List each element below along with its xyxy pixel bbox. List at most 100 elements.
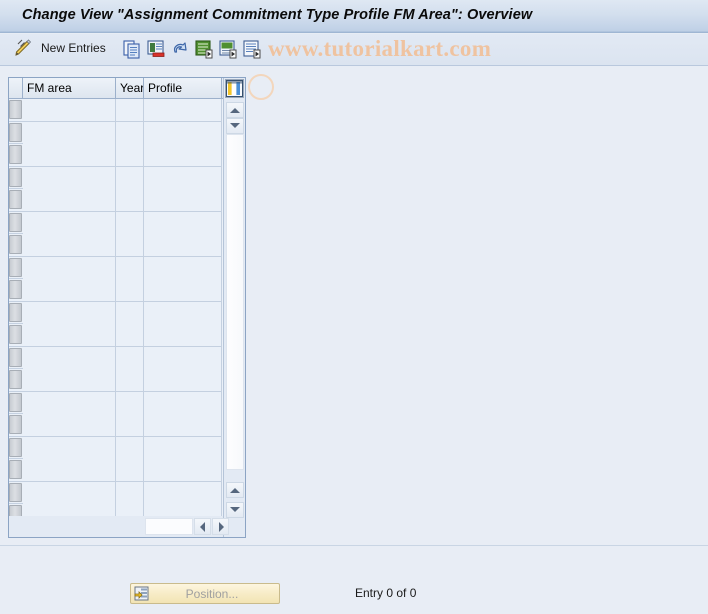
table-cell[interactable] [116,481,144,504]
table-row[interactable] [9,234,222,257]
row-select-button[interactable] [9,100,22,119]
table-cell[interactable] [116,99,144,121]
position-button[interactable]: Position... [130,583,280,604]
scroll-down-button[interactable] [226,118,244,134]
table-cell[interactable] [144,414,222,436]
horizontal-scroll-track[interactable] [145,518,193,535]
table-cell[interactable] [116,256,144,279]
table-cell[interactable] [144,346,222,369]
table-cell[interactable] [116,144,144,166]
table-cell[interactable] [116,121,144,144]
table-cell[interactable] [116,436,144,459]
table-row[interactable] [9,301,222,324]
table-row[interactable] [9,436,222,459]
table-cell[interactable] [23,99,116,121]
row-select-button[interactable] [9,325,22,344]
table-row[interactable] [9,279,222,302]
table-cell[interactable] [144,189,222,211]
table-cell[interactable] [144,324,222,346]
scroll-page-up-button[interactable] [226,482,244,498]
table-cell[interactable] [23,459,116,481]
table-cell[interactable] [144,391,222,414]
table-cell[interactable] [144,256,222,279]
table-cell[interactable] [23,414,116,436]
table-row[interactable] [9,256,222,279]
table-cell[interactable] [23,346,116,369]
row-select-button[interactable] [9,347,22,367]
table-row[interactable] [9,324,222,347]
table-row[interactable] [9,459,222,482]
table-cell[interactable] [144,144,222,166]
row-select-button[interactable] [9,460,22,479]
delete-icon[interactable] [145,38,167,60]
table-cell[interactable] [116,324,144,346]
row-select-button[interactable] [9,280,22,299]
table-cell[interactable] [23,166,116,189]
table-cell[interactable] [116,391,144,414]
table-row[interactable] [9,346,222,369]
table-cell[interactable] [144,121,222,144]
table-settings-icon[interactable] [225,79,244,98]
row-select-button[interactable] [9,235,22,254]
row-select-button[interactable] [9,122,22,142]
details-icon[interactable] [241,38,263,60]
row-select-button[interactable] [9,482,22,502]
table-cell[interactable] [144,301,222,324]
row-select-button[interactable] [9,145,22,164]
table-cell[interactable] [23,391,116,414]
new-entries-pencil-icon[interactable] [12,38,34,60]
table-cell[interactable] [116,279,144,301]
table-cell[interactable] [116,459,144,481]
table-cell[interactable] [116,369,144,391]
table-cell[interactable] [116,414,144,436]
table-cell[interactable] [116,234,144,256]
row-select-button[interactable] [9,190,22,209]
table-cell[interactable] [23,189,116,211]
table-row[interactable] [9,211,222,234]
table-cell[interactable] [144,166,222,189]
copy-icon[interactable] [121,38,143,60]
table-row[interactable] [9,121,222,144]
vertical-scrollbar[interactable] [223,78,245,537]
table-cell[interactable] [144,211,222,234]
table-cell[interactable] [23,144,116,166]
table-cell[interactable] [23,481,116,504]
select-all-icon[interactable] [193,38,215,60]
row-select-button[interactable] [9,437,22,457]
table-row[interactable] [9,391,222,414]
deselect-all-icon[interactable] [217,38,239,60]
scroll-left-button[interactable] [194,518,211,535]
table-cell[interactable] [144,481,222,504]
table-cell[interactable] [23,369,116,391]
table-row[interactable] [9,144,222,167]
scroll-page-down-button[interactable] [226,502,244,518]
new-entries-label[interactable]: New Entries [41,41,106,55]
table-cell[interactable] [116,301,144,324]
table-row[interactable] [9,99,222,122]
row-select-button[interactable] [9,302,22,322]
table-row[interactable] [9,189,222,212]
row-select-button[interactable] [9,167,22,187]
table-cell[interactable] [23,279,116,301]
table-cell[interactable] [116,189,144,211]
row-select-button[interactable] [9,415,22,434]
table-cell[interactable] [116,211,144,234]
row-select-button[interactable] [9,257,22,277]
table-cell[interactable] [116,166,144,189]
table-row[interactable] [9,414,222,437]
table-cell[interactable] [23,256,116,279]
column-header-profile[interactable]: Profile [144,78,222,98]
table-cell[interactable] [144,234,222,256]
table-cell[interactable] [144,459,222,481]
column-header-fm-area[interactable]: FM area [23,78,116,98]
table-cell[interactable] [23,234,116,256]
undo-icon[interactable] [169,38,191,60]
vertical-scroll-track[interactable] [226,134,244,470]
scroll-up-button[interactable] [226,102,244,118]
column-header-year[interactable]: Year [116,78,144,98]
table-cell[interactable] [23,324,116,346]
row-select-button[interactable] [9,392,22,412]
table-cell[interactable] [144,436,222,459]
table-cell[interactable] [116,346,144,369]
table-cell[interactable] [23,211,116,234]
